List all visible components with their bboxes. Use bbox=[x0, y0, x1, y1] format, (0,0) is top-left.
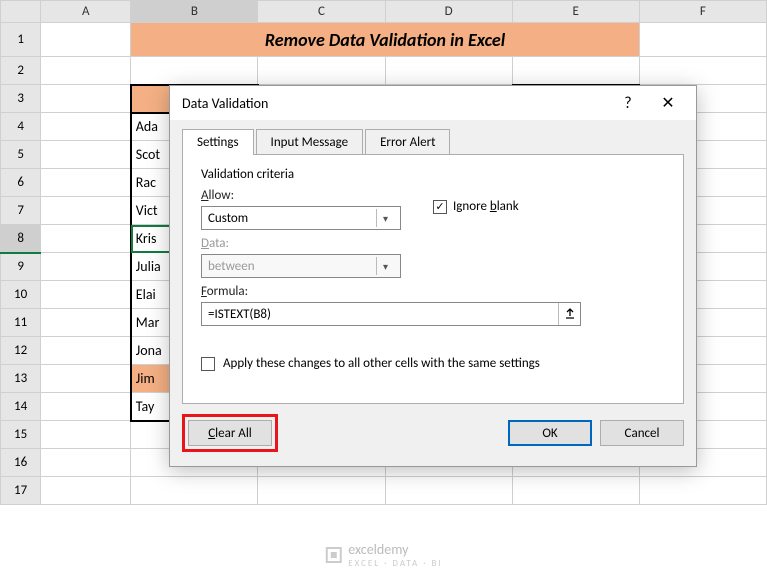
dialog-titlebar[interactable]: Data Validation ? ✕ bbox=[170, 86, 696, 120]
chevron-down-icon: ▾ bbox=[376, 209, 394, 227]
row-header[interactable]: 16 bbox=[1, 449, 41, 477]
row-header[interactable]: 12 bbox=[1, 337, 41, 365]
allow-value: Custom bbox=[208, 211, 248, 226]
row-header[interactable]: 9 bbox=[1, 253, 41, 281]
ignore-blank-checkbox[interactable]: ✓ bbox=[433, 200, 447, 214]
col-header-D[interactable]: D bbox=[385, 1, 512, 23]
row-header[interactable]: 10 bbox=[1, 281, 41, 309]
row-header[interactable]: 13 bbox=[1, 365, 41, 393]
data-validation-dialog: Data Validation ? ✕ Settings Input Messa… bbox=[169, 85, 697, 467]
ok-button[interactable]: OK bbox=[508, 420, 592, 446]
row-header[interactable]: 8 bbox=[1, 225, 41, 253]
validation-criteria-label: Validation criteria bbox=[201, 167, 665, 182]
tab-panel-settings: Validation criteria Allow: Custom ▾ ✓ Ig… bbox=[182, 154, 684, 404]
allow-select[interactable]: Custom ▾ bbox=[201, 206, 401, 230]
apply-all-label: Apply these changes to all other cells w… bbox=[223, 356, 540, 371]
clear-all-button[interactable]: Clear All bbox=[188, 420, 272, 446]
row-header[interactable]: 4 bbox=[1, 113, 41, 141]
formula-label: Formula: bbox=[201, 284, 665, 299]
watermark-brand: exceldemy bbox=[348, 541, 408, 558]
range-selector-icon[interactable] bbox=[558, 303, 580, 325]
row-header[interactable]: 15 bbox=[1, 421, 41, 449]
chevron-down-icon: ▾ bbox=[376, 257, 394, 275]
col-header-C[interactable]: C bbox=[258, 1, 385, 23]
col-header-F[interactable]: F bbox=[639, 1, 766, 23]
watermark: exceldemy EXCEL · DATA · BI bbox=[324, 541, 442, 569]
data-select: between ▾ bbox=[201, 254, 401, 278]
row-header[interactable]: 11 bbox=[1, 309, 41, 337]
formula-value: =ISTEXT(B8) bbox=[208, 307, 558, 322]
annotation-highlight: Clear All bbox=[182, 414, 278, 452]
logo-icon bbox=[324, 546, 342, 564]
dialog-button-row: Clear All OK Cancel bbox=[170, 414, 696, 466]
cell[interactable] bbox=[639, 23, 766, 57]
cell[interactable] bbox=[41, 23, 131, 57]
row-header[interactable]: 5 bbox=[1, 141, 41, 169]
col-header-A[interactable]: A bbox=[41, 1, 131, 23]
help-button[interactable]: ? bbox=[608, 89, 648, 117]
tab-settings[interactable]: Settings bbox=[182, 129, 254, 155]
apply-all-checkbox[interactable] bbox=[201, 357, 215, 371]
tab-input-message[interactable]: Input Message bbox=[256, 129, 364, 155]
formula-input[interactable]: =ISTEXT(B8) bbox=[201, 302, 581, 326]
col-header-B[interactable]: B bbox=[131, 1, 258, 23]
data-label: Data: bbox=[201, 236, 665, 251]
row-header[interactable]: 14 bbox=[1, 393, 41, 421]
dialog-title: Data Validation bbox=[182, 95, 608, 112]
row-header[interactable]: 3 bbox=[1, 85, 41, 113]
data-value: between bbox=[208, 259, 255, 274]
tab-error-alert[interactable]: Error Alert bbox=[365, 129, 450, 155]
row-header[interactable]: 6 bbox=[1, 169, 41, 197]
select-all-corner[interactable] bbox=[1, 1, 41, 23]
cancel-button[interactable]: Cancel bbox=[600, 420, 684, 446]
sheet-title[interactable]: Remove Data Validation in Excel bbox=[131, 23, 640, 57]
dialog-tabs: Settings Input Message Error Alert bbox=[182, 128, 684, 154]
row-header[interactable]: 2 bbox=[1, 57, 41, 85]
watermark-tag: EXCEL · DATA · BI bbox=[348, 558, 442, 569]
row-header[interactable]: 1 bbox=[1, 23, 41, 57]
ignore-blank-label: Ignore blank bbox=[453, 199, 519, 214]
col-header-E[interactable]: E bbox=[512, 1, 639, 23]
row-header[interactable]: 17 bbox=[1, 477, 41, 505]
row-header[interactable]: 7 bbox=[1, 197, 41, 225]
close-button[interactable]: ✕ bbox=[648, 89, 688, 117]
